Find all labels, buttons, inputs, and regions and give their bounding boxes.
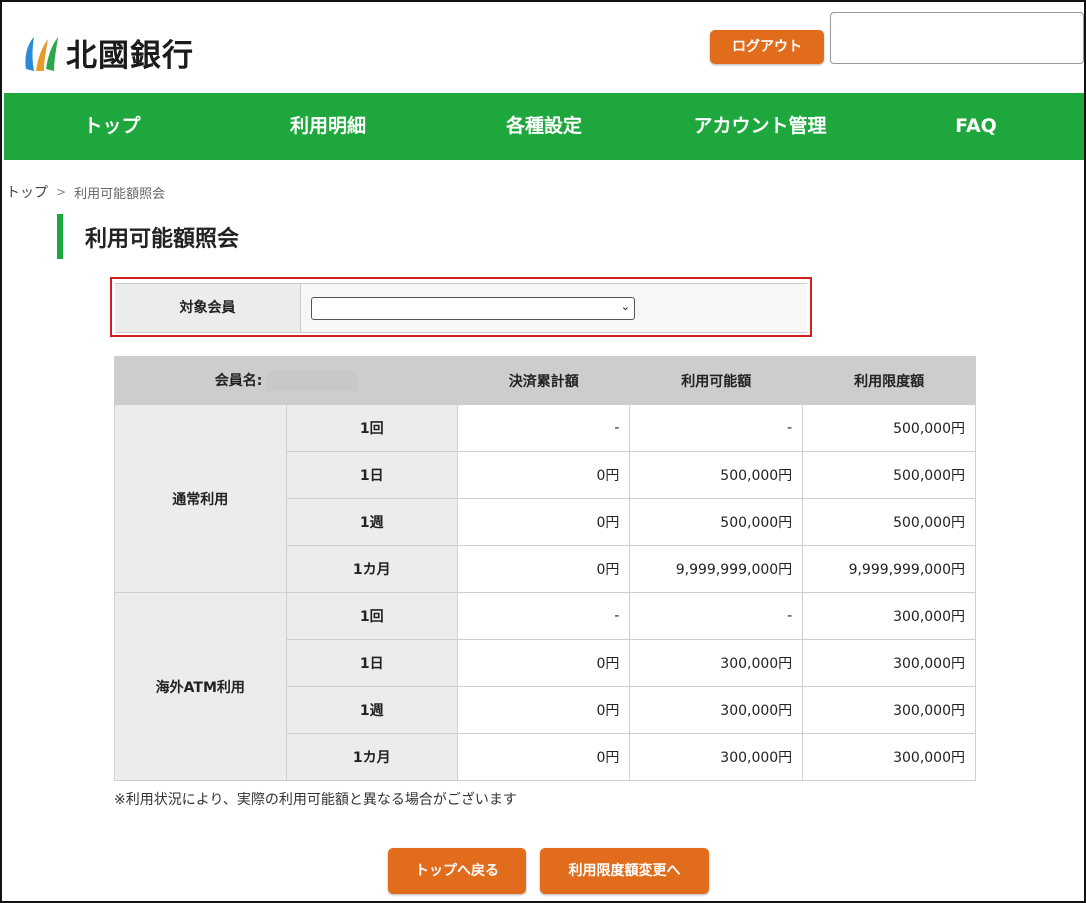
disclaimer-note: ※利用状況により、実際の利用可能額と異なる場合がございます: [114, 792, 517, 808]
page-title: 利用可能額照会: [85, 226, 240, 252]
logo-mark-icon: [25, 36, 58, 71]
group-label-overseas-atm: 海外ATM利用: [114, 592, 287, 781]
available-cell: 300,000円: [629, 733, 804, 781]
period-label: 1日: [285, 451, 459, 499]
chevron-right-icon: >: [56, 185, 67, 199]
breadcrumb-current: 利用可能額照会: [74, 186, 166, 202]
settled-total-cell: 0円: [456, 498, 631, 546]
period-label: 1回: [285, 592, 459, 640]
member-selector-label: 対象会員: [115, 284, 301, 332]
settled-total-cell: 0円: [456, 733, 631, 781]
available-cell: -: [629, 592, 804, 640]
breadcrumb: トップ > 利用可能額照会: [6, 182, 165, 202]
settled-total-cell: -: [456, 404, 631, 452]
limit-cell: 500,000円: [802, 404, 976, 452]
logout-button[interactable]: ログアウト: [710, 30, 824, 64]
period-label: 1回: [285, 404, 459, 452]
header-info-box: [830, 12, 1084, 64]
nav-item-statements[interactable]: 利用明細: [220, 93, 436, 160]
limit-cell: 500,000円: [802, 498, 976, 546]
settled-total-cell: 0円: [456, 451, 631, 499]
limit-cell: 300,000円: [802, 686, 976, 734]
nav-item-top[interactable]: トップ: [4, 93, 220, 160]
chevron-down-icon: ⌄: [620, 300, 630, 313]
member-selector-row: 対象会員 ⌄: [115, 283, 807, 333]
group-label-normal: 通常利用: [114, 404, 287, 593]
available-cell: 500,000円: [629, 498, 804, 546]
period-label: 1カ月: [285, 545, 459, 593]
change-limit-button[interactable]: 利用限度額変更へ: [540, 848, 709, 894]
nav-item-account[interactable]: アカウント管理: [652, 93, 868, 160]
period-label: 1週: [285, 686, 459, 734]
page-frame: 北國銀行 ログアウト トップ 利用明細 各種設定 アカウント管理 FAQ トップ…: [0, 0, 1086, 903]
available-cell: 500,000円: [629, 451, 804, 499]
member-selector-cell: ⌄: [301, 284, 807, 332]
member-selector-highlight: 対象会員 ⌄: [110, 277, 812, 337]
member-select[interactable]: ⌄: [311, 297, 635, 320]
settled-total-cell: 0円: [456, 686, 631, 734]
available-cell: 300,000円: [629, 686, 804, 734]
limit-cell: 300,000円: [802, 733, 976, 781]
nav-item-settings[interactable]: 各種設定: [436, 93, 652, 160]
available-cell: 9,999,999,000円: [629, 545, 804, 593]
bank-logo[interactable]: 北國銀行: [22, 30, 194, 75]
column-header-available: 利用可能額: [629, 356, 804, 405]
member-name-label: 会員名:: [214, 373, 263, 389]
member-name-value: [267, 371, 358, 391]
settled-total-cell: 0円: [456, 545, 631, 593]
period-label: 1日: [285, 639, 459, 687]
settled-total-cell: -: [456, 592, 631, 640]
table-row: 海外ATM利用 1回 - - 300,000円: [114, 592, 976, 781]
nav-item-faq[interactable]: FAQ: [868, 93, 1084, 160]
column-header-limit: 利用限度額: [802, 356, 976, 405]
limit-cell: 300,000円: [802, 592, 976, 640]
period-label: 1週: [285, 498, 459, 546]
back-to-top-button[interactable]: トップへ戻る: [388, 848, 526, 894]
table-row: 通常利用 1回 - - 500,000円: [114, 404, 976, 593]
limit-cell: 500,000円: [802, 451, 976, 499]
column-header-settled-total: 決済累計額: [456, 356, 631, 405]
main-nav: トップ 利用明細 各種設定 アカウント管理 FAQ: [4, 93, 1084, 160]
bank-name: 北國銀行: [66, 38, 194, 74]
title-accent-bar: [57, 214, 63, 259]
available-cell: 300,000円: [629, 639, 804, 687]
settled-total-cell: 0円: [456, 639, 631, 687]
page-title-block: 利用可能額照会: [57, 214, 239, 259]
available-cell: -: [629, 404, 804, 452]
breadcrumb-home[interactable]: トップ: [6, 182, 48, 202]
limit-cell: 9,999,999,000円: [802, 545, 976, 593]
limits-table: 会員名: 決済累計額 利用可能額 利用限度額 通常利用 1回 - - 500,0…: [114, 356, 976, 781]
member-name-header: 会員名:: [114, 356, 458, 405]
limit-cell: 300,000円: [802, 639, 976, 687]
table-header-row: 会員名: 決済累計額 利用可能額 利用限度額: [114, 356, 976, 405]
period-label: 1カ月: [285, 733, 459, 781]
